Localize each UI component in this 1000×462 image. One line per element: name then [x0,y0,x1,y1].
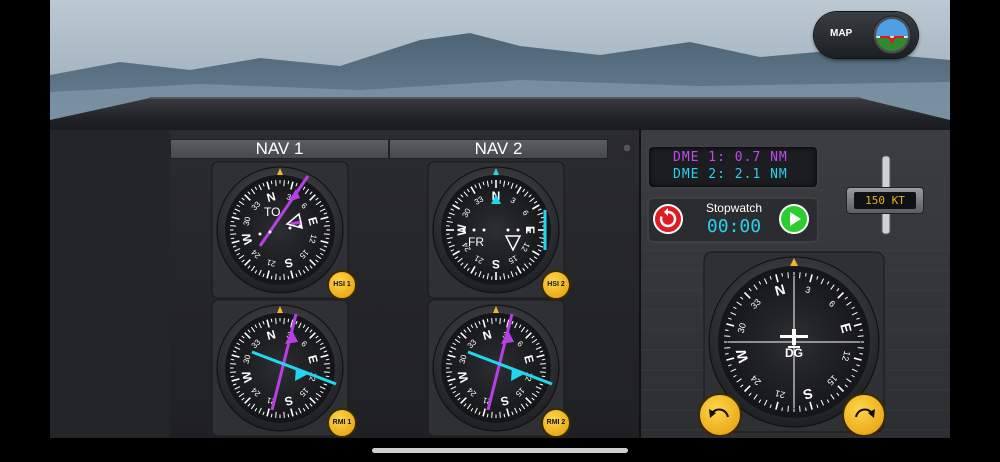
map-button[interactable]: MAP [814,12,918,58]
nav2-header: NAV 2 [389,139,608,159]
compass-tick [275,318,277,325]
compass-tick [283,318,285,325]
compass-tick [724,347,731,349]
compass-tick [787,272,789,279]
compass-tick [230,225,237,227]
compass-tick [323,363,330,365]
compass-tick [805,272,807,277]
stopwatch-panel: Stopwatch 00:00 [647,197,819,243]
compass-tick [805,407,807,412]
compass-tick [287,180,290,185]
compass-tick [270,413,273,418]
compass-tick [799,405,801,412]
rmi1-instrument: N 36E1215S2124W3033 [216,304,344,432]
compass-tick [541,358,546,361]
compass-tick [323,233,330,235]
compass-tick [857,347,864,349]
compass-tick [275,411,277,418]
compass-tick [287,413,290,418]
dg-rotate-left-knob[interactable] [698,393,742,437]
dme1-readout: DME 1: 0.7 NM [673,150,788,165]
stopwatch-start-button[interactable] [779,204,809,234]
compass-tick [275,180,277,187]
compass-tick [283,180,285,187]
hsi1-instrument: N 36E1215S2124W3033 TO [216,166,344,294]
compass-tick [446,375,451,378]
compass-tick [270,180,273,185]
dg-rotate-right-knob[interactable] [842,393,886,437]
compass-tick [230,220,235,223]
to-from-flag: FR [468,235,484,249]
hsi2-button[interactable]: HSI 2 [541,270,571,300]
stopwatch-title: Stopwatch [705,201,763,215]
compass-tick [724,353,729,355]
compass-tick [230,363,237,365]
hsi1-button[interactable]: HSI 1 [327,270,357,300]
compass-tick [323,371,330,373]
compass-tick [724,335,731,337]
compass-tick [325,220,330,223]
dme2-readout: DME 2: 2.1 NM [673,167,788,182]
nav1-header: NAV 1 [170,139,389,159]
rmi2-button[interactable]: RMI 2 [541,408,571,438]
compass-tick [491,411,493,418]
reset-icon [659,208,677,228]
speed-readout: 150 KT [854,192,916,209]
map-button-label: MAP [830,28,853,39]
compass-tick [283,273,285,280]
compass-tick [499,318,501,325]
compass-tick [446,371,453,373]
rotate-left-icon [709,408,729,418]
dg-label: DG [785,346,803,360]
compass-tick [287,275,290,280]
compass-tick [230,237,235,240]
compass-tick [491,318,493,325]
attitude-indicator-icon [872,15,912,55]
compass-tick [325,375,330,378]
compass-tick [230,375,235,378]
compass-tick [859,353,864,355]
compass-tick [857,335,864,337]
compass-tick [539,363,546,365]
compass-tick [325,358,330,361]
compass-tick [486,318,489,323]
speed-slider-handle[interactable]: 150 KT [846,187,924,214]
play-icon [790,212,801,226]
compass-tick [446,363,453,365]
compass-tick [283,411,285,418]
compass-label: E [523,226,537,234]
compass-tick [230,358,235,361]
compass-tick [799,272,801,279]
compass-tick [270,318,273,323]
compass-label: S [492,257,500,271]
rmi1-button[interactable]: RMI 1 [327,408,357,438]
rotate-right-icon [855,408,875,418]
compass-tick [781,407,783,412]
compass-tick [287,318,290,323]
compass-tick [446,358,451,361]
compass-tick [503,318,506,323]
compass-tick [724,329,729,331]
compass-tick [503,413,506,418]
compass-tick [230,233,237,235]
compass-tick [499,411,501,418]
stopwatch-time: 00:00 [706,216,762,237]
compass-tick [781,272,783,277]
to-from-flag: TO [264,205,280,219]
compass-tick [541,375,546,378]
compass-tick [859,329,864,331]
compass-tick [787,405,789,412]
compass-tick [325,237,330,240]
compass-tick [275,273,277,280]
compass-tick [539,371,546,373]
compass-label: W [455,224,469,236]
stopwatch-reset-button[interactable] [653,204,683,234]
compass-tick [486,413,489,418]
compass-tick [323,225,330,227]
dme-display: DME 1: 0.7 NM DME 2: 2.1 NM [647,145,819,189]
compass-tick [270,275,273,280]
compass-tick [230,371,237,373]
